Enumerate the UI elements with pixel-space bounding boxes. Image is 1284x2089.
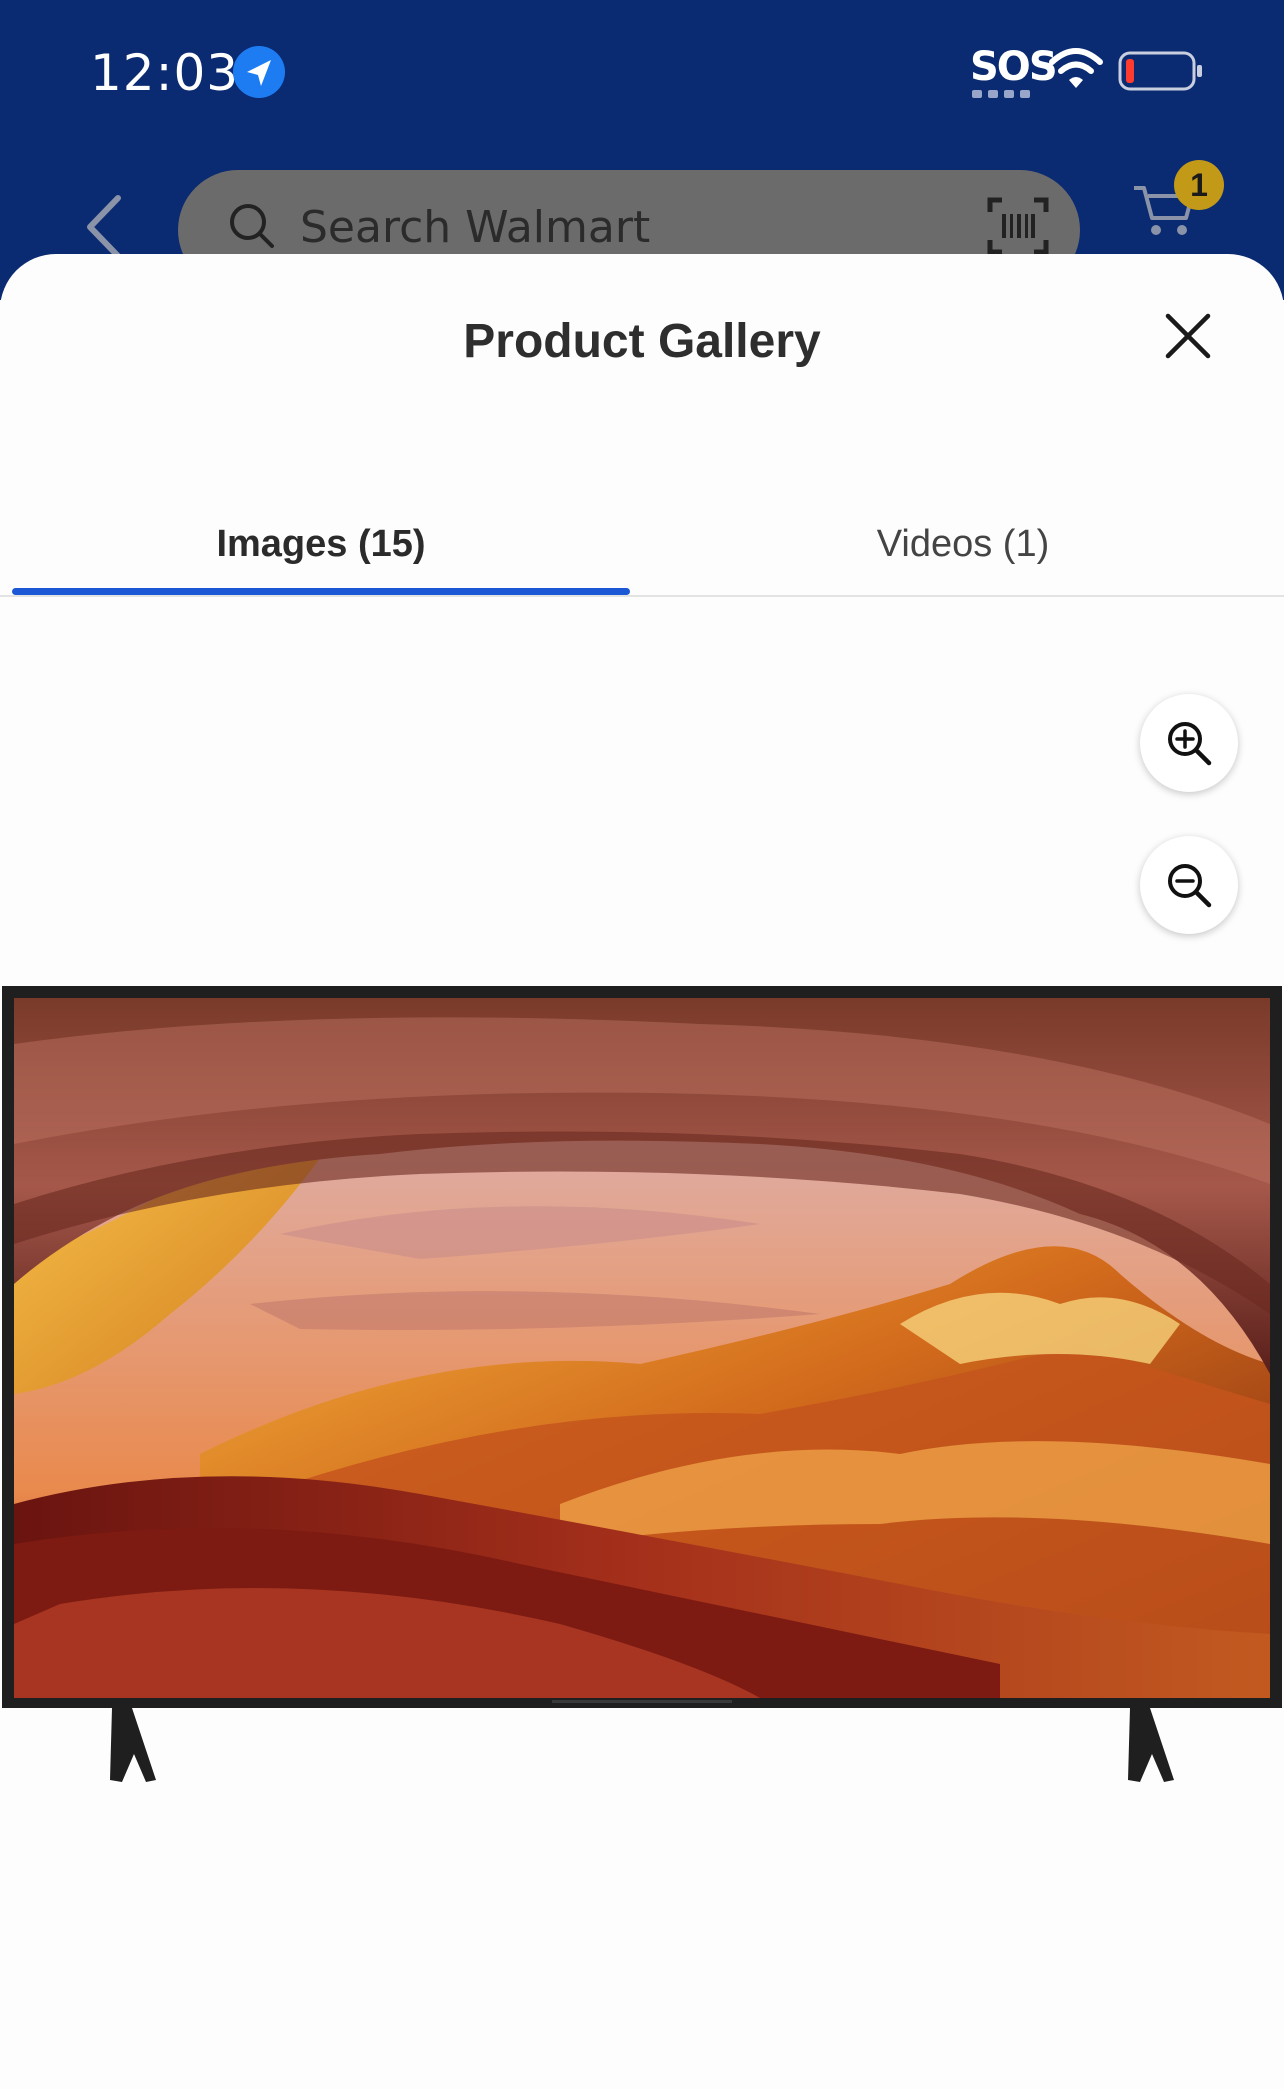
- search-placeholder: Search Walmart: [300, 202, 651, 253]
- close-icon[interactable]: [1160, 308, 1216, 364]
- product-image-tv[interactable]: [0, 984, 1284, 1794]
- back-chevron-icon[interactable]: [80, 192, 130, 262]
- page-title: Product Gallery: [463, 315, 821, 368]
- barcode-scanner-icon[interactable]: [986, 196, 1050, 256]
- zoom-out-button[interactable]: [1140, 836, 1238, 934]
- gallery-tabs: Images (15) Videos (1): [0, 494, 1284, 596]
- tabs-divider: [0, 595, 1284, 597]
- status-time: 12:03: [90, 44, 240, 102]
- sos-indicator: SOS: [970, 44, 1058, 90]
- signal-dots-icon: [972, 90, 1030, 98]
- zoom-in-icon: [1168, 722, 1212, 766]
- cart-count-badge[interactable]: 1: [1174, 160, 1224, 210]
- wifi-icon: [1049, 48, 1103, 88]
- tab-videos[interactable]: Videos (1): [642, 494, 1284, 594]
- location-arrow-icon: [233, 46, 285, 98]
- zoom-in-button[interactable]: [1140, 694, 1238, 792]
- search-icon: [230, 204, 274, 248]
- zoom-out-icon: [1168, 864, 1212, 908]
- tab-images[interactable]: Images (15): [0, 494, 642, 594]
- battery-low-icon: [1118, 51, 1202, 91]
- active-tab-indicator: [12, 588, 630, 595]
